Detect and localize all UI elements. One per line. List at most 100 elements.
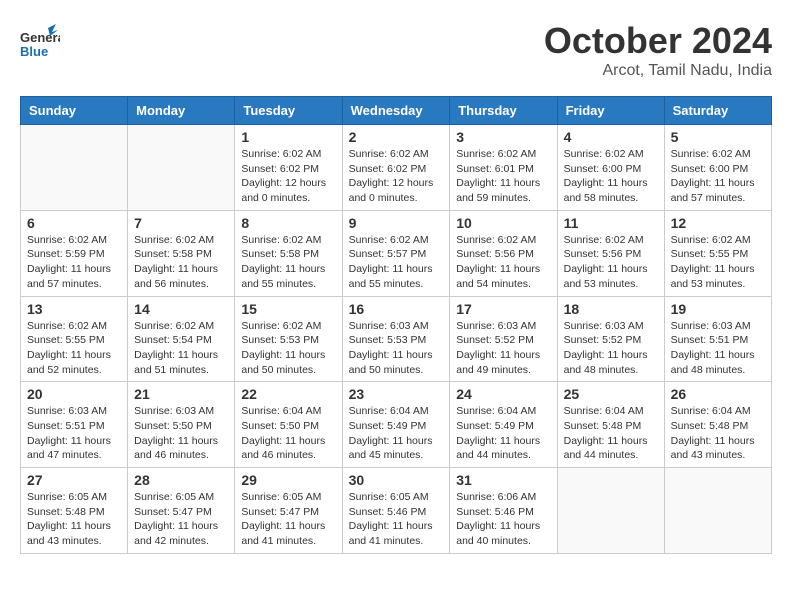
day-info: Sunrise: 6:02 AM Sunset: 6:02 PM Dayligh… xyxy=(349,147,444,206)
day-info: Sunrise: 6:04 AM Sunset: 5:48 PM Dayligh… xyxy=(564,404,658,463)
day-number: 13 xyxy=(27,301,121,317)
day-info: Sunrise: 6:02 AM Sunset: 5:56 PM Dayligh… xyxy=(564,233,658,292)
calendar-week-row: 6 Sunrise: 6:02 AM Sunset: 5:59 PM Daylig… xyxy=(21,210,772,296)
table-row: 11 Sunrise: 6:02 AM Sunset: 5:56 PM Dayli… xyxy=(557,210,664,296)
day-info: Sunrise: 6:02 AM Sunset: 5:55 PM Dayligh… xyxy=(27,319,121,378)
day-info: Sunrise: 6:02 AM Sunset: 5:58 PM Dayligh… xyxy=(134,233,228,292)
calendar-header-row: Sunday Monday Tuesday Wednesday Thursday… xyxy=(21,97,772,125)
day-number: 23 xyxy=(349,386,444,402)
day-number: 28 xyxy=(134,472,228,488)
day-number: 2 xyxy=(349,129,444,145)
table-row: 17Sunrise: 6:03 AM Sunset: 5:52 PM Dayli… xyxy=(450,296,557,382)
day-number: 4 xyxy=(564,129,658,145)
title-area: October 2024 Arcot, Tamil Nadu, India xyxy=(544,20,772,80)
table-row: 27 Sunrise: 6:05 AM Sunset: 5:48 PM Dayli… xyxy=(21,468,128,554)
table-row: 23 Sunrise: 6:04 AM Sunset: 5:49 PM Dayli… xyxy=(342,382,450,468)
table-row: 4 Sunrise: 6:02 AM Sunset: 6:00 PM Daylig… xyxy=(557,125,664,211)
table-row: 10Sunrise: 6:02 AM Sunset: 5:56 PM Dayli… xyxy=(450,210,557,296)
table-row: 24 Sunrise: 6:04 AM Sunset: 5:49 PM Dayli… xyxy=(450,382,557,468)
day-info: Sunrise: 6:02 AM Sunset: 6:00 PM Dayligh… xyxy=(671,147,765,206)
table-row: 8 Sunrise: 6:02 AM Sunset: 5:58 PM Daylig… xyxy=(235,210,342,296)
table-row: 31 Sunrise: 6:06 AM Sunset: 5:46 PM Dayli… xyxy=(450,468,557,554)
svg-text:Blue: Blue xyxy=(20,44,48,59)
table-row: 14Sunrise: 6:02 AM Sunset: 5:54 PM Dayli… xyxy=(128,296,235,382)
table-row: 21 Sunrise: 6:03 AM Sunset: 5:50 PM Dayli… xyxy=(128,382,235,468)
day-info: Sunrise: 6:02 AM Sunset: 6:00 PM Dayligh… xyxy=(564,147,658,206)
calendar-table: Sunday Monday Tuesday Wednesday Thursday… xyxy=(20,96,772,554)
header-monday: Monday xyxy=(128,97,235,125)
table-row: 22Sunrise: 6:04 AM Sunset: 5:50 PM Dayli… xyxy=(235,382,342,468)
day-info: Sunrise: 6:05 AM Sunset: 5:48 PM Dayligh… xyxy=(27,490,121,549)
table-row: 12 Sunrise: 6:02 AM Sunset: 5:55 PM Dayli… xyxy=(664,210,771,296)
location-subtitle: Arcot, Tamil Nadu, India xyxy=(544,62,772,80)
day-number: 11 xyxy=(564,215,658,231)
day-number: 22 xyxy=(241,386,335,402)
day-number: 25 xyxy=(564,386,658,402)
header-saturday: Saturday xyxy=(664,97,771,125)
table-row: 5 Sunrise: 6:02 AM Sunset: 6:00 PM Daylig… xyxy=(664,125,771,211)
page-header: General Blue October 2024 Arcot, Tamil N… xyxy=(20,20,772,80)
day-info: Sunrise: 6:02 AM Sunset: 5:57 PM Dayligh… xyxy=(349,233,444,292)
day-number: 8 xyxy=(241,215,335,231)
day-number: 27 xyxy=(27,472,121,488)
calendar-week-row: 20 Sunrise: 6:03 AM Sunset: 5:51 PM Dayli… xyxy=(21,382,772,468)
table-row: 19Sunrise: 6:03 AM Sunset: 5:51 PM Dayli… xyxy=(664,296,771,382)
table-row xyxy=(128,125,235,211)
table-row: 16Sunrise: 6:03 AM Sunset: 5:53 PM Dayli… xyxy=(342,296,450,382)
day-info: Sunrise: 6:02 AM Sunset: 5:55 PM Dayligh… xyxy=(671,233,765,292)
day-number: 5 xyxy=(671,129,765,145)
day-info: Sunrise: 6:02 AM Sunset: 6:01 PM Dayligh… xyxy=(456,147,550,206)
logo: General Blue xyxy=(20,20,60,60)
table-row: 13 Sunrise: 6:02 AM Sunset: 5:55 PM Dayli… xyxy=(21,296,128,382)
day-number: 3 xyxy=(456,129,550,145)
day-number: 10 xyxy=(456,215,550,231)
day-info: Sunrise: 6:02 AM Sunset: 6:02 PM Dayligh… xyxy=(241,147,335,206)
day-number: 1 xyxy=(241,129,335,145)
day-number: 21 xyxy=(134,386,228,402)
day-info: Sunrise: 6:02 AM Sunset: 5:58 PM Dayligh… xyxy=(241,233,335,292)
day-info: Sunrise: 6:03 AM Sunset: 5:52 PM Dayligh… xyxy=(456,319,550,378)
day-number: 12 xyxy=(671,215,765,231)
table-row: 28 Sunrise: 6:05 AM Sunset: 5:47 PM Dayli… xyxy=(128,468,235,554)
table-row: 7 Sunrise: 6:02 AM Sunset: 5:58 PM Daylig… xyxy=(128,210,235,296)
day-info: Sunrise: 6:03 AM Sunset: 5:50 PM Dayligh… xyxy=(134,404,228,463)
logo-icon: General Blue xyxy=(20,20,60,60)
header-sunday: Sunday xyxy=(21,97,128,125)
day-number: 19 xyxy=(671,301,765,317)
day-info: Sunrise: 6:04 AM Sunset: 5:49 PM Dayligh… xyxy=(456,404,550,463)
day-info: Sunrise: 6:04 AM Sunset: 5:48 PM Dayligh… xyxy=(671,404,765,463)
table-row xyxy=(557,468,664,554)
day-number: 20 xyxy=(27,386,121,402)
day-info: Sunrise: 6:02 AM Sunset: 5:53 PM Dayligh… xyxy=(241,319,335,378)
table-row xyxy=(664,468,771,554)
calendar-week-row: 1 Sunrise: 6:02 AM Sunset: 6:02 PM Daylig… xyxy=(21,125,772,211)
header-friday: Friday xyxy=(557,97,664,125)
header-thursday: Thursday xyxy=(450,97,557,125)
calendar-week-row: 27 Sunrise: 6:05 AM Sunset: 5:48 PM Dayli… xyxy=(21,468,772,554)
table-row: 20 Sunrise: 6:03 AM Sunset: 5:51 PM Dayli… xyxy=(21,382,128,468)
day-info: Sunrise: 6:05 AM Sunset: 5:47 PM Dayligh… xyxy=(241,490,335,549)
day-info: Sunrise: 6:05 AM Sunset: 5:46 PM Dayligh… xyxy=(349,490,444,549)
day-info: Sunrise: 6:03 AM Sunset: 5:52 PM Dayligh… xyxy=(564,319,658,378)
day-info: Sunrise: 6:04 AM Sunset: 5:49 PM Dayligh… xyxy=(349,404,444,463)
day-info: Sunrise: 6:03 AM Sunset: 5:53 PM Dayligh… xyxy=(349,319,444,378)
header-wednesday: Wednesday xyxy=(342,97,450,125)
day-info: Sunrise: 6:05 AM Sunset: 5:47 PM Dayligh… xyxy=(134,490,228,549)
table-row: 30 Sunrise: 6:05 AM Sunset: 5:46 PM Dayli… xyxy=(342,468,450,554)
day-info: Sunrise: 6:02 AM Sunset: 5:59 PM Dayligh… xyxy=(27,233,121,292)
day-number: 24 xyxy=(456,386,550,402)
day-info: Sunrise: 6:03 AM Sunset: 5:51 PM Dayligh… xyxy=(27,404,121,463)
day-number: 30 xyxy=(349,472,444,488)
table-row: 26 Sunrise: 6:04 AM Sunset: 5:48 PM Dayli… xyxy=(664,382,771,468)
calendar-week-row: 13 Sunrise: 6:02 AM Sunset: 5:55 PM Dayli… xyxy=(21,296,772,382)
day-number: 26 xyxy=(671,386,765,402)
table-row: 3 Sunrise: 6:02 AM Sunset: 6:01 PM Daylig… xyxy=(450,125,557,211)
table-row: 1 Sunrise: 6:02 AM Sunset: 6:02 PM Daylig… xyxy=(235,125,342,211)
day-number: 6 xyxy=(27,215,121,231)
day-number: 7 xyxy=(134,215,228,231)
day-number: 31 xyxy=(456,472,550,488)
day-info: Sunrise: 6:06 AM Sunset: 5:46 PM Dayligh… xyxy=(456,490,550,549)
day-number: 14 xyxy=(134,301,228,317)
table-row xyxy=(21,125,128,211)
table-row: 29Sunrise: 6:05 AM Sunset: 5:47 PM Dayli… xyxy=(235,468,342,554)
